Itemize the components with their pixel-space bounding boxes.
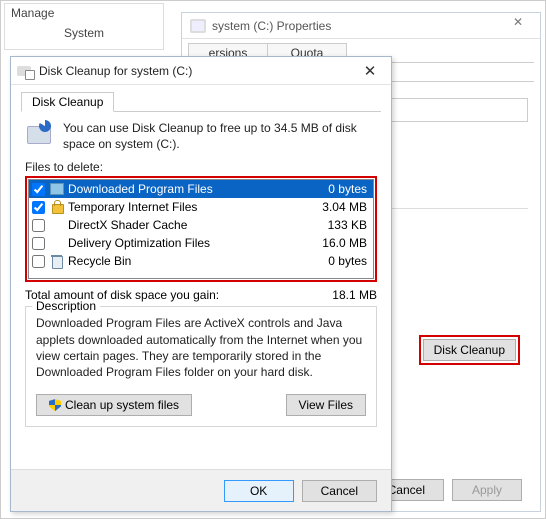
icon-lock-icon bbox=[49, 200, 65, 214]
intro-text: You can use Disk Cleanup to free up to 3… bbox=[63, 120, 377, 152]
disk-cleanup-footer: OK Cancel bbox=[11, 469, 391, 511]
disk-cleanup-icon bbox=[17, 64, 33, 78]
description-group: Description Downloaded Program Files are… bbox=[25, 306, 377, 427]
description-text: Downloaded Program Files are ActiveX con… bbox=[36, 315, 366, 380]
list-item-name: Downloaded Program Files bbox=[68, 182, 303, 196]
cleanup-large-icon bbox=[25, 120, 53, 148]
list-item-size: 3.04 MB bbox=[303, 200, 367, 214]
icon-prog-icon bbox=[49, 182, 65, 196]
list-item-size: 16.0 MB bbox=[303, 236, 367, 250]
cleanup-system-files-label: Clean up system files bbox=[65, 398, 179, 412]
properties-apply-button[interactable]: Apply bbox=[452, 479, 522, 501]
properties-title: system (C:) Properties bbox=[212, 19, 331, 33]
icon-bin-icon bbox=[49, 254, 65, 268]
list-item-name: DirectX Shader Cache bbox=[68, 218, 303, 232]
list-item-checkbox[interactable] bbox=[32, 219, 45, 232]
properties-titlebar: system (C:) Properties ✕ bbox=[182, 13, 540, 39]
shield-icon bbox=[49, 399, 61, 411]
close-icon[interactable]: ✕ bbox=[498, 15, 538, 35]
list-item-checkbox[interactable] bbox=[32, 183, 45, 196]
intro-row: You can use Disk Cleanup to free up to 3… bbox=[25, 120, 377, 152]
description-label: Description bbox=[32, 299, 100, 313]
ok-button[interactable]: OK bbox=[224, 480, 294, 502]
files-to-delete-label: Files to delete: bbox=[25, 160, 377, 174]
view-files-button[interactable]: View Files bbox=[286, 394, 366, 416]
list-item-size: 0 bytes bbox=[303, 254, 367, 268]
manage-title: Manage bbox=[5, 4, 163, 22]
list-item-size: 0 bytes bbox=[303, 182, 367, 196]
disk-cleanup-body: You can use Disk Cleanup to free up to 3… bbox=[11, 112, 391, 439]
manage-subtitle: System bbox=[5, 22, 163, 40]
list-item-name: Delivery Optimization Files bbox=[68, 236, 303, 250]
files-list-highlight: Downloaded Program Files0 bytesTemporary… bbox=[25, 176, 377, 282]
list-item[interactable]: DirectX Shader Cache133 KB bbox=[29, 216, 373, 234]
disk-cleanup-titlebar: Disk Cleanup for system (C:) ✕ bbox=[11, 57, 391, 85]
disk-cleanup-dialog: Disk Cleanup for system (C:) ✕ Disk Clea… bbox=[10, 56, 392, 512]
list-item-name: Temporary Internet Files bbox=[68, 200, 303, 214]
disk-cleanup-tabs: Disk Cleanup bbox=[21, 91, 381, 112]
list-item-name: Recycle Bin bbox=[68, 254, 303, 268]
description-buttons: Clean up system files View Files bbox=[36, 394, 366, 416]
list-item[interactable]: Temporary Internet Files3.04 MB bbox=[29, 198, 373, 216]
tab-disk-cleanup[interactable]: Disk Cleanup bbox=[21, 92, 114, 112]
drive-icon bbox=[190, 19, 206, 33]
disk-cleanup-button-highlight: Disk Cleanup bbox=[419, 335, 520, 365]
list-item-size: 133 KB bbox=[303, 218, 367, 232]
list-item[interactable]: Downloaded Program Files0 bytes bbox=[29, 180, 373, 198]
blank-icon bbox=[49, 218, 65, 232]
manage-window-fragment: Manage System bbox=[4, 3, 164, 50]
list-item-checkbox[interactable] bbox=[32, 237, 45, 250]
cleanup-system-files-button[interactable]: Clean up system files bbox=[36, 394, 192, 416]
cancel-button[interactable]: Cancel bbox=[302, 480, 377, 502]
total-value: 18.1 MB bbox=[297, 288, 377, 302]
close-icon[interactable]: ✕ bbox=[355, 62, 385, 80]
disk-cleanup-button[interactable]: Disk Cleanup bbox=[423, 339, 516, 361]
list-item-checkbox[interactable] bbox=[32, 255, 45, 268]
list-item-checkbox[interactable] bbox=[32, 201, 45, 214]
blank-icon bbox=[49, 236, 65, 250]
list-item[interactable]: Delivery Optimization Files16.0 MB bbox=[29, 234, 373, 252]
disk-cleanup-title: Disk Cleanup for system (C:) bbox=[39, 64, 355, 78]
list-item[interactable]: Recycle Bin0 bytes bbox=[29, 252, 373, 270]
files-list[interactable]: Downloaded Program Files0 bytesTemporary… bbox=[28, 179, 374, 279]
